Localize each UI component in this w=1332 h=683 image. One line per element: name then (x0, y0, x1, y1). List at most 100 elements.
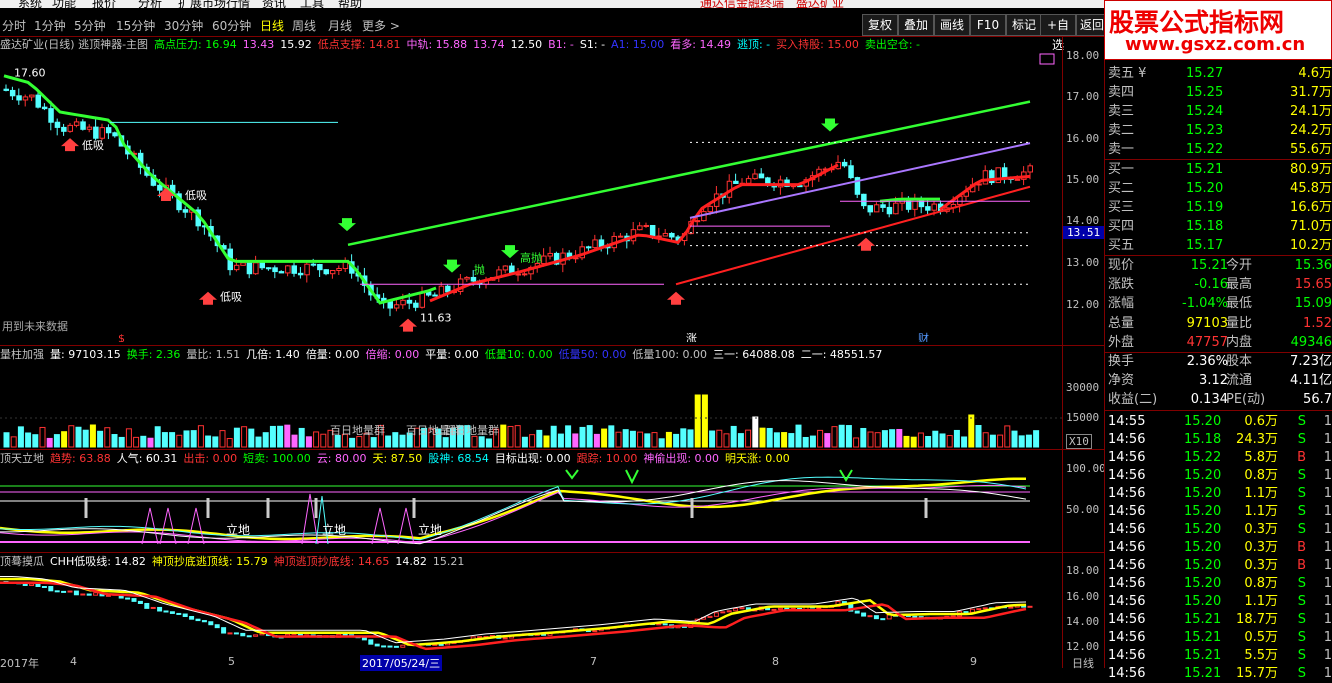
order-buy-row[interactable]: 买四 15.18 71.0万 (1108, 217, 1332, 236)
quote-label: 外盘 (1108, 334, 1135, 350)
order-label: 买五 (1108, 238, 1135, 253)
tick-time: 14:56 (1108, 612, 1146, 627)
quote-value: 97103 (1186, 315, 1228, 331)
period-tab[interactable]: 15分钟 (116, 17, 155, 34)
chart-corner-icon[interactable] (1039, 53, 1055, 65)
indicator-value: 几倍: 1.40 (246, 348, 300, 361)
volume-bar (284, 424, 291, 448)
quote-label: 最低 (1226, 296, 1253, 312)
candle-body (694, 220, 701, 223)
period-tab[interactable]: 日线 (260, 17, 284, 34)
mini-candle (592, 630, 598, 633)
volume-bar (658, 438, 665, 448)
price-tick: 18.00 (1066, 49, 1100, 62)
candle-body (400, 299, 406, 306)
volume-bar (961, 436, 968, 448)
volume-bar (536, 429, 543, 448)
tick-count: 1 (1323, 576, 1332, 591)
order-sell-row[interactable]: 卖三 15.24 24.1万 (1108, 102, 1332, 121)
order-price: 15.27 (1186, 66, 1224, 81)
period-tab[interactable]: 5分钟 (74, 17, 106, 34)
order-buy-row[interactable]: 买三 15.19 16.6万 (1108, 198, 1332, 217)
tick-row: 14:56 15.21 0.5万 S 1 (1108, 629, 1332, 647)
period-tab[interactable]: 1分钟 (34, 17, 66, 34)
indicator-tick: 18.00 (1066, 564, 1100, 577)
tick-row: 14:56 15.20 1.1万 S 1 (1108, 593, 1332, 611)
volume-bar (385, 435, 392, 448)
mini-candle (400, 644, 406, 648)
order-buy-row[interactable]: 买二 15.20 45.8万 (1108, 179, 1332, 198)
indicator-value: 12.50 (510, 38, 543, 51)
tick-price: 15.20 (1184, 486, 1222, 501)
indicator-tick: 50.00 (1066, 503, 1100, 516)
volume-bar (982, 432, 989, 448)
menu-item[interactable]: 报价 (92, 0, 116, 8)
volume-bar (601, 428, 608, 448)
volume-bar (233, 427, 240, 448)
volume-bar (586, 425, 593, 448)
candlestick-chart[interactable]: 低吸低吸低吸抛高抛17.6011.63用到未来数据$ 涨财 (0, 52, 1062, 342)
toolbar-button[interactable]: 画线 (934, 14, 970, 36)
menu-item[interactable]: 扩展市场行情 (178, 0, 250, 8)
volume-bar (82, 429, 89, 448)
period-tab[interactable]: 更多 > (362, 17, 400, 34)
menu-item[interactable]: 分析 (138, 0, 162, 8)
volume-bar (745, 429, 752, 448)
period-tab[interactable]: 60分钟 (212, 17, 251, 34)
toolbar-button[interactable]: 标记 (1006, 14, 1042, 36)
candle-body (861, 193, 867, 207)
mini-candle (80, 593, 86, 596)
menu-item[interactable]: 系统 (18, 0, 42, 8)
order-sell-row[interactable]: 卖一 15.22 55.6万 (1108, 140, 1332, 159)
order-buy-row[interactable]: 买一 15.21 80.9万 (1108, 160, 1332, 179)
order-price: 15.20 (1186, 181, 1224, 196)
indicator2-chart[interactable] (0, 569, 1062, 653)
quote-value: -1.04% (1182, 296, 1228, 312)
volume-bar (939, 433, 946, 448)
tick-volume: 1.1万 (1244, 504, 1278, 519)
mini-candle (707, 615, 713, 618)
indicator-value: 平量: 0.00 (425, 348, 479, 361)
candle-body (592, 239, 598, 249)
quote-value: 15.09 (1294, 296, 1332, 312)
order-sell-row[interactable]: 卖四 15.25 31.7万 (1108, 83, 1332, 102)
mini-candle (502, 637, 508, 640)
volume-bar (471, 435, 478, 448)
order-sell-row[interactable]: 卖二 15.23 24.2万 (1108, 121, 1332, 140)
tick-side: S (1297, 522, 1306, 537)
order-buy-row[interactable]: 买五 15.17 10.2万 (1108, 236, 1332, 255)
volume-bar (1004, 425, 1011, 448)
mini-candle (35, 583, 41, 588)
menu-item[interactable]: 资讯 (262, 0, 286, 8)
volume-bar (349, 437, 356, 448)
menu-item[interactable]: 工具 (300, 0, 324, 8)
period-tab[interactable]: 周线 (292, 17, 316, 34)
quote-label: 流通 (1226, 373, 1253, 389)
volume-bar (529, 434, 536, 448)
volume-bar (910, 436, 917, 448)
toolbar-button[interactable]: 复权 (862, 14, 898, 36)
volume-bar (968, 414, 975, 448)
order-label: 卖一 (1108, 142, 1135, 157)
indicator1-chart[interactable]: 立地 立地 立地 (0, 466, 1062, 551)
menu-item[interactable]: 功能 (52, 0, 76, 8)
tick-volume: 0.3万 (1244, 558, 1278, 573)
volume-bar (752, 416, 759, 448)
candle-body (585, 246, 592, 249)
indicator-value: 15.92 (280, 38, 312, 51)
toolbar-button[interactable]: 叠加 (898, 14, 934, 36)
candle-body (9, 89, 16, 97)
menu-item[interactable]: 帮助 (338, 0, 362, 8)
quote-row: 收益(二) 0.134 PE(动) 56.7 (1108, 390, 1332, 409)
toolbar-button[interactable]: F10 (970, 14, 1006, 36)
toolbar-button[interactable]: +自选 (1040, 14, 1076, 52)
quote-label: 总量 (1108, 315, 1135, 331)
order-sell-row[interactable]: 卖五 ¥ 15.27 4.6万 (1108, 64, 1332, 83)
volume-chart[interactable]: 百日地量群 百日地量群百日地量群 (0, 362, 1062, 448)
period-tab[interactable]: 月线 (328, 17, 352, 34)
period-tab[interactable]: 分时 (2, 17, 26, 34)
mini-candle (733, 608, 739, 612)
quote-label: 净资 (1108, 373, 1135, 389)
period-tab[interactable]: 30分钟 (164, 17, 203, 34)
tick-volume: 0.3万 (1244, 522, 1278, 537)
